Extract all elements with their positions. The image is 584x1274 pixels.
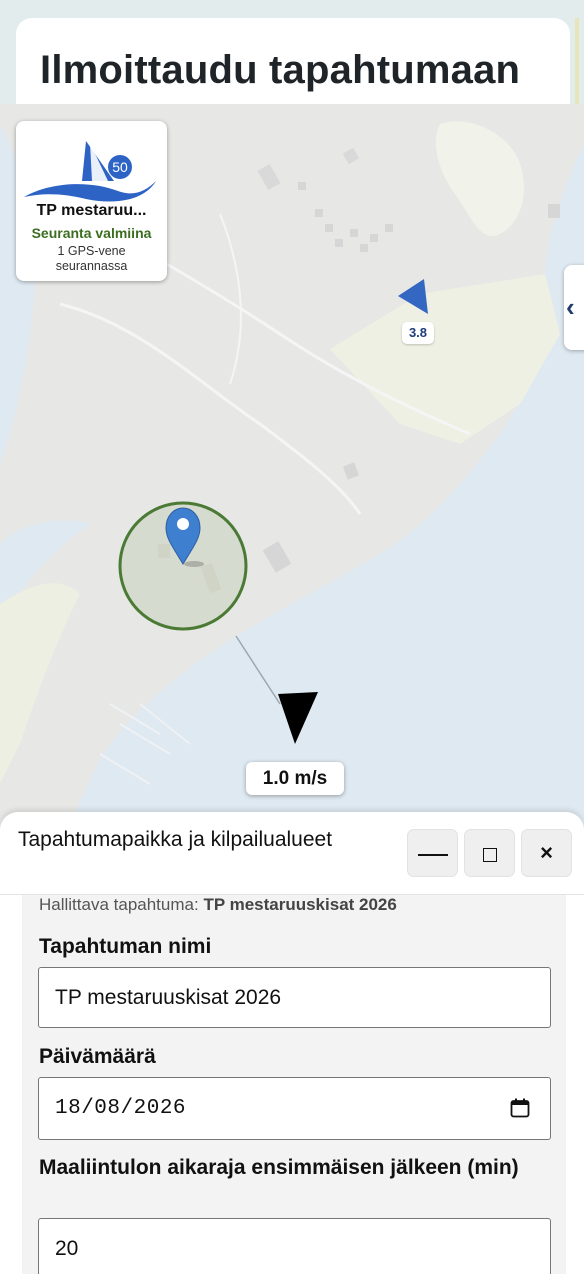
event-name-label: Tapahtuman nimi — [39, 935, 212, 958]
event-name-input[interactable]: TP mestaruuskisat 2026 — [38, 967, 551, 1028]
maximize-icon — [482, 848, 497, 862]
date-label: Päivämäärä — [39, 1045, 156, 1068]
tracking-count-line1: 1 GPS-vene — [57, 244, 126, 258]
date-input[interactable]: 18/08/2026 — [38, 1077, 551, 1140]
page-title: Ilmoittaudu tapahtumaan — [40, 48, 521, 92]
event-logo-icon: 50 — [24, 141, 156, 202]
svg-text:50: 50 — [112, 159, 128, 175]
finish-time-limit-input[interactable]: 20 — [38, 1218, 551, 1274]
event-name: TP mestaruu... — [36, 202, 147, 219]
tracking-count-line2: seurannassa — [55, 259, 128, 273]
panel-title: Tapahtumapaikka ja kilpailualueet — [18, 828, 333, 851]
close-button[interactable]: × — [521, 829, 572, 877]
event-form: Hallittava tapahtuma: TP mestaruuskisat … — [22, 895, 566, 1274]
managing-event-name: TP mestaruuskisat 2026 — [203, 895, 397, 914]
event-status-card[interactable]: 50 TP mestaruu... Seuranta valmiina 1 GP… — [16, 121, 167, 281]
minimize-button[interactable] — [407, 829, 458, 877]
close-icon: × — [540, 840, 553, 865]
calendar-icon[interactable] — [510, 1098, 530, 1118]
page-edge — [575, 18, 579, 104]
maximize-button[interactable] — [464, 829, 515, 877]
tracking-count: 1 GPS-vene seurannassa — [16, 244, 167, 274]
tracking-status: Seuranta valmiina — [31, 225, 152, 241]
boat-speed-label: 3.8 — [402, 322, 434, 344]
side-panel-toggle-button[interactable]: ‹ — [564, 265, 584, 350]
event-settings-panel: Tapahtumapaikka ja kilpailualueet × Hall… — [0, 812, 584, 1274]
wind-speed-label: 1.0 m/s — [246, 762, 344, 795]
managing-event-prefix: Hallittava tapahtuma: — [39, 895, 199, 914]
managing-event-line: Hallittava tapahtuma: TP mestaruuskisat … — [39, 895, 397, 915]
finish-time-limit-label: Maaliintulon aikaraja ensimmäisen jälkee… — [39, 1156, 519, 1179]
date-value: 18/08/2026 — [55, 1097, 187, 1120]
minimize-icon — [417, 854, 448, 856]
